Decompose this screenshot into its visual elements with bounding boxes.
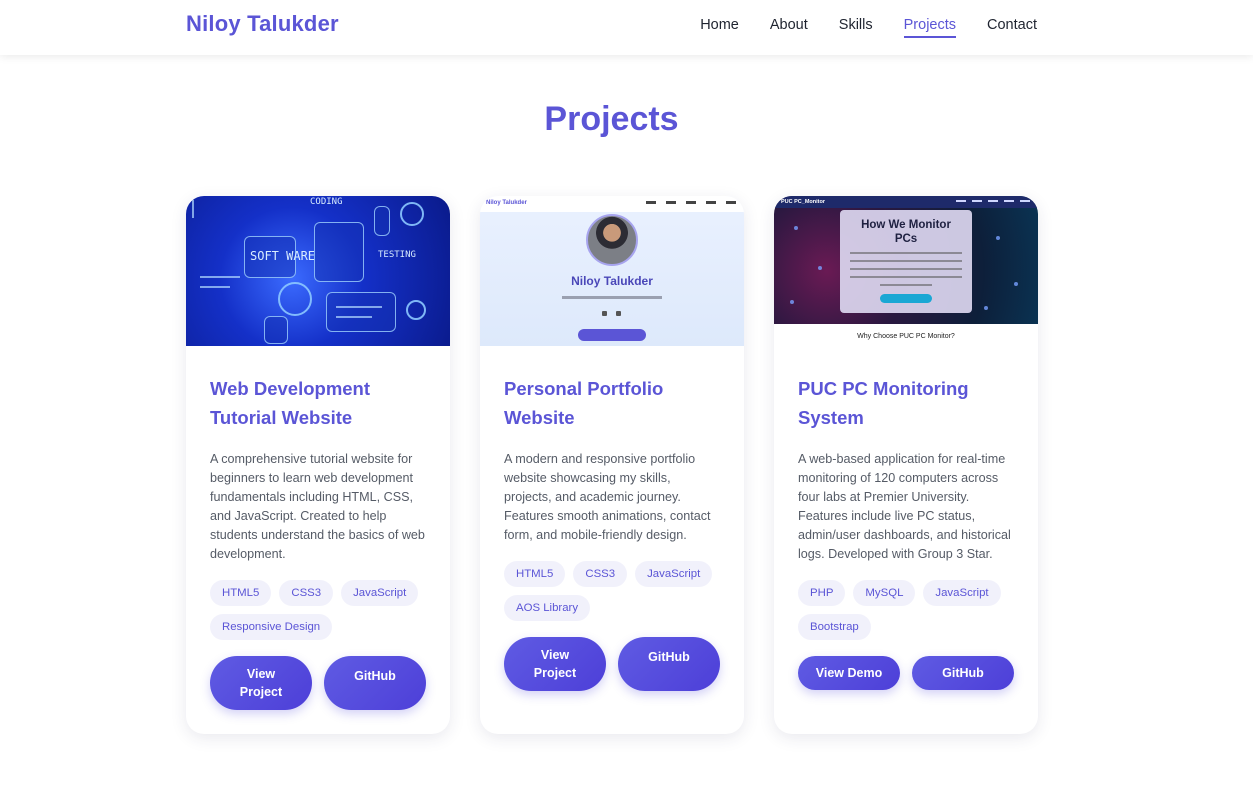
project-card: Niloy Talukder Niloy Talukder Personal P… <box>480 196 744 734</box>
thumb-links <box>646 201 736 204</box>
card-actions: View Project GitHub <box>504 637 720 691</box>
thumb-hero-title: How We Monitor PCs <box>861 219 951 245</box>
tech-tag: MySQL <box>853 580 916 606</box>
tech-tag: PHP <box>798 580 846 606</box>
project-card: SOFT WARE CODING TESTING Web Development… <box>186 196 450 734</box>
tech-tag: JavaScript <box>635 561 713 587</box>
project-title: Personal Portfolio Website <box>504 378 664 428</box>
tech-tag: JavaScript <box>341 580 419 606</box>
thumb-button <box>880 294 932 303</box>
thumb-text-line <box>850 260 962 262</box>
thumb-text-line <box>850 252 962 254</box>
thumb-line <box>192 200 194 218</box>
project-description: A modern and responsive portfolio websit… <box>504 452 711 542</box>
brand-logo[interactable]: Niloy Talukder <box>186 11 339 37</box>
avatar <box>586 214 638 266</box>
thumb-cup <box>264 316 288 344</box>
project-description: A comprehensive tutorial website for beg… <box>210 452 425 561</box>
thumb-navbar: PUC PC_Monitor <box>774 196 1038 208</box>
github-button[interactable]: GitHub <box>324 656 426 710</box>
thumb-text-line <box>880 284 932 286</box>
project-title: PUC PC Monitoring System <box>798 378 969 428</box>
thumb-panel <box>314 222 364 282</box>
thumb-text-line <box>850 268 962 270</box>
thumb-node <box>1014 282 1018 286</box>
view-demo-button[interactable]: View Demo <box>798 656 900 690</box>
thumb-node <box>818 266 822 270</box>
tech-tag: HTML5 <box>210 580 272 606</box>
tech-tags: HTML5 CSS3 JavaScript AOS Library <box>504 561 720 621</box>
thumb-text-testing: TESTING <box>378 250 416 260</box>
nav-link-contact[interactable]: Contact <box>987 17 1037 38</box>
card-actions: View Project GitHub <box>210 656 426 710</box>
thumb-text-coding: CODING <box>310 197 343 207</box>
thumb-line <box>200 286 230 288</box>
tech-tag: CSS3 <box>279 580 334 606</box>
thumb-line <box>200 276 240 278</box>
project-title: Web Development Tutorial Website <box>210 378 371 428</box>
thumb-text-line <box>850 276 962 278</box>
thumb-subtitle <box>562 296 662 299</box>
nav-links: Home About Skills Projects Contact <box>700 17 1037 38</box>
tech-tag: Bootstrap <box>798 614 871 640</box>
thumb-brand: Niloy Talukder <box>486 200 527 206</box>
thumb-laptop <box>326 292 396 332</box>
nav-link-about[interactable]: About <box>770 17 808 38</box>
nav-link-skills[interactable]: Skills <box>839 17 873 38</box>
github-icon <box>602 311 607 316</box>
thumb-phone <box>374 206 390 236</box>
navbar: Niloy Talukder Home About Skills Project… <box>0 0 1253 55</box>
project-description: A web-based application for real-time mo… <box>798 452 1011 561</box>
thumb-navbar: Niloy Talukder <box>480 196 744 212</box>
linkedin-icon <box>616 311 621 316</box>
thumb-line <box>336 306 382 308</box>
card-body: PUC PC Monitoring System A web-based app… <box>774 346 1038 734</box>
card-body: Web Development Tutorial Website A compr… <box>186 346 450 734</box>
nav-link-home[interactable]: Home <box>700 17 739 38</box>
card-body: Personal Portfolio Website A modern and … <box>480 346 744 734</box>
thumb-hero-box: How We Monitor PCs <box>840 210 972 313</box>
section-title: Projects <box>544 100 679 138</box>
project-thumbnail: PUC PC_Monitor How We Monitor PCs Why Ch… <box>774 196 1038 346</box>
github-button[interactable]: GitHub <box>618 637 720 691</box>
thumb-line <box>336 316 372 318</box>
tech-tags: PHP MySQL JavaScript Bootstrap <box>798 580 1014 640</box>
card-actions: View Demo GitHub <box>798 656 1014 690</box>
projects-grid: SOFT WARE CODING TESTING Web Development… <box>186 196 1038 734</box>
gear-icon <box>400 202 424 226</box>
project-thumbnail: Niloy Talukder Niloy Talukder <box>480 196 744 346</box>
thumb-subheading: Why Choose PUC PC Monitor? <box>857 333 955 340</box>
tech-tag: JavaScript <box>923 580 1001 606</box>
thumb-node <box>996 236 1000 240</box>
tech-tags: HTML5 CSS3 JavaScript Responsive Design <box>210 580 426 640</box>
project-thumbnail: SOFT WARE CODING TESTING <box>186 196 450 346</box>
tech-tag: AOS Library <box>504 595 591 621</box>
thumb-node <box>794 226 798 230</box>
thumb-text-software: SOFT WARE <box>250 249 316 263</box>
tech-tag: HTML5 <box>504 561 566 587</box>
thumb-links <box>956 200 1030 202</box>
github-button[interactable]: GitHub <box>912 656 1014 690</box>
project-card: PUC PC_Monitor How We Monitor PCs Why Ch… <box>774 196 1038 734</box>
view-project-button[interactable]: View Project <box>504 637 606 691</box>
magnifier-icon <box>406 300 426 320</box>
tech-tag: CSS3 <box>573 561 628 587</box>
gear-icon <box>278 282 312 316</box>
tech-tag: Responsive Design <box>210 614 333 640</box>
view-project-button[interactable]: View Project <box>210 656 312 710</box>
thumb-node <box>984 306 988 310</box>
thumb-node <box>790 300 794 304</box>
thumb-button <box>578 329 646 341</box>
nav-link-projects[interactable]: Projects <box>903 17 957 38</box>
thumb-brand: PUC PC_Monitor <box>781 199 825 205</box>
thumb-name: Niloy Talukder <box>571 274 653 288</box>
